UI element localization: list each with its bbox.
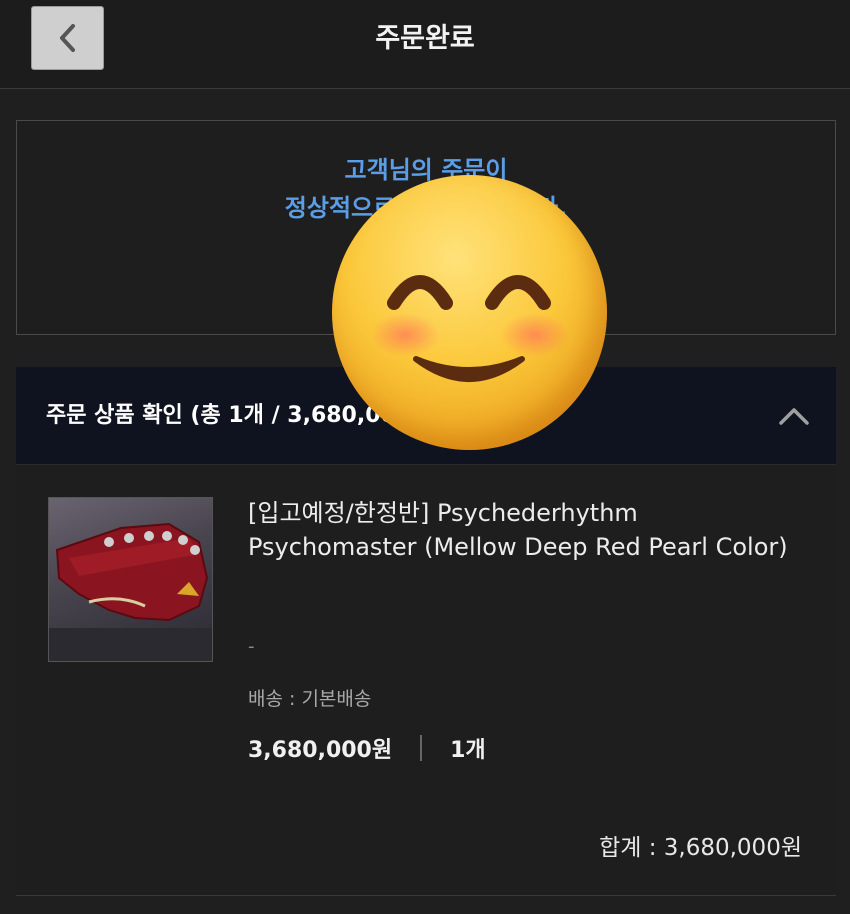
product-quantity: 1개 bbox=[450, 738, 486, 763]
product-image[interactable] bbox=[48, 497, 213, 662]
guitar-headstock-image bbox=[49, 522, 212, 661]
product-option: - bbox=[248, 636, 255, 657]
product-price: 3,680,000원 bbox=[248, 738, 393, 763]
product-price-row: 3,680,000원 1개 bbox=[248, 732, 486, 764]
price-divider bbox=[420, 735, 423, 761]
emoji-face-features bbox=[387, 275, 551, 382]
chevron-up-icon bbox=[779, 408, 809, 425]
smiling-face-emoji-icon bbox=[332, 175, 607, 450]
product-shipping: 배송 : 기본배송 bbox=[248, 688, 372, 710]
top-bar: 주문완료 bbox=[0, 0, 850, 89]
collapse-button[interactable] bbox=[774, 399, 814, 433]
order-total: 합계 : 3,680,000원 bbox=[599, 835, 802, 861]
product-list: [입고예정/한정반] Psychederhythm Psychomaster (… bbox=[16, 466, 836, 896]
page-title: 주문완료 bbox=[375, 23, 475, 54]
product-name[interactable]: [입고예정/한정반] Psychederhythm Psychomaster (… bbox=[248, 496, 788, 564]
